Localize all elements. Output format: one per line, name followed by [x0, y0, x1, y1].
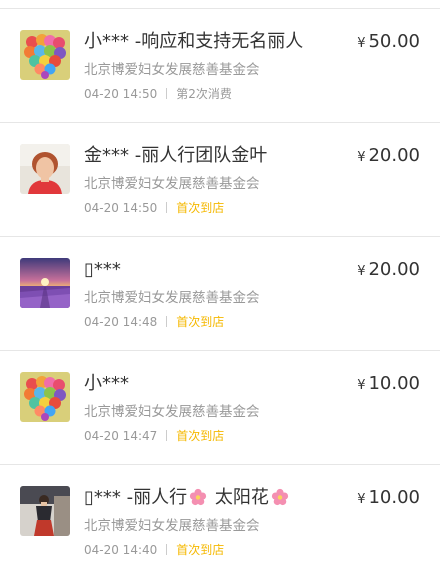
customer-name: ▯*** [84, 487, 121, 508]
currency-symbol: ¥ [357, 36, 366, 51]
amount-value: 10.00 [368, 373, 420, 394]
amount-value: 10.00 [368, 487, 420, 508]
amount: ¥20.00 [357, 145, 420, 169]
record-title: ▯*** -丽人行 太阳花 [84, 487, 291, 509]
portrait-woman-icon [20, 144, 70, 194]
organization-name: 北京博爱妇女发展慈善基金会 [84, 290, 260, 306]
balloon-heart-icon [20, 30, 70, 80]
record-time: 04-20 14:50 [84, 87, 158, 101]
balloon-heart-icon [20, 372, 70, 422]
amount: ¥10.00 [357, 373, 420, 397]
amount-value: 20.00 [368, 145, 420, 166]
amount-value: 20.00 [368, 259, 420, 280]
record-meta: 04-20 14:48 首次到店 [84, 314, 224, 330]
customer-message: -丽人行 [126, 487, 188, 508]
customer-message: -丽人行团队金叶 [134, 145, 268, 166]
consumption-record-list: 小*** -响应和支持无名丽人 北京博爱妇女发展慈善基金会 04-20 14:5… [0, 9, 440, 579]
record-row[interactable]: 小*** -响应和支持无名丽人 北京博爱妇女发展慈善基金会 04-20 14:5… [0, 9, 440, 123]
organization-name: 北京博爱妇女发展慈善基金会 [84, 62, 260, 78]
customer-name: ▯*** [84, 259, 121, 280]
amount: ¥10.00 [357, 487, 420, 511]
meta-separator [166, 316, 168, 327]
first-visit-tag: 首次到店 [176, 429, 225, 443]
flower-emoji-icon [271, 488, 289, 506]
organization-name: 北京博爱妇女发展慈善基金会 [84, 404, 260, 420]
first-visit-tag: 首次到店 [176, 543, 225, 557]
first-visit-tag: 首次到店 [176, 201, 225, 215]
record-row[interactable]: ▯*** -丽人行 太阳花 北京博爱妇女发展慈善基金会 04-20 14:40 首… [0, 465, 440, 579]
customer-name: 小*** [84, 31, 129, 52]
meta-separator [166, 88, 168, 99]
currency-symbol: ¥ [357, 264, 366, 279]
amount: ¥50.00 [357, 31, 420, 55]
lavender-field-icon [20, 258, 70, 308]
portrait-standing-woman-icon [20, 486, 70, 536]
record-time: 04-20 14:48 [84, 315, 158, 329]
currency-symbol: ¥ [357, 378, 366, 393]
record-row[interactable]: ▯*** 北京博爱妇女发展慈善基金会 04-20 14:48 首次到店 ¥20.0… [0, 237, 440, 351]
record-meta: 04-20 14:47 首次到店 [84, 428, 224, 444]
meta-separator [166, 430, 168, 441]
flower-emoji-icon [189, 488, 207, 506]
record-title: 小*** -响应和支持无名丽人 [84, 31, 303, 53]
amount-value: 50.00 [368, 31, 420, 52]
visit-tag: 第2次消费 [176, 87, 232, 101]
record-title: 金*** -丽人行团队金叶 [84, 145, 267, 167]
customer-message: -响应和支持无名丽人 [134, 31, 304, 52]
currency-symbol: ¥ [357, 150, 366, 165]
record-time: 04-20 14:40 [84, 543, 158, 557]
customer-message-suffix: 太阳花 [214, 487, 269, 508]
first-visit-tag: 首次到店 [176, 315, 225, 329]
meta-separator [166, 544, 168, 555]
meta-separator [166, 202, 168, 213]
record-time: 04-20 14:47 [84, 429, 158, 443]
amount: ¥20.00 [357, 259, 420, 283]
organization-name: 北京博爱妇女发展慈善基金会 [84, 176, 260, 192]
record-title: 小*** [84, 373, 129, 395]
record-meta: 04-20 14:40 首次到店 [84, 542, 224, 558]
organization-name: 北京博爱妇女发展慈善基金会 [84, 518, 260, 534]
record-meta: 04-20 14:50 首次到店 [84, 200, 224, 216]
record-title: ▯*** [84, 259, 121, 281]
currency-symbol: ¥ [357, 492, 366, 507]
customer-name: 金*** [84, 145, 129, 166]
record-time: 04-20 14:50 [84, 201, 158, 215]
record-meta: 04-20 14:50 第2次消费 [84, 86, 232, 102]
record-row[interactable]: 小*** 北京博爱妇女发展慈善基金会 04-20 14:47 首次到店 ¥10.0… [0, 351, 440, 465]
customer-name: 小*** [84, 373, 129, 394]
record-row[interactable]: 金*** -丽人行团队金叶 北京博爱妇女发展慈善基金会 04-20 14:50 首… [0, 123, 440, 237]
